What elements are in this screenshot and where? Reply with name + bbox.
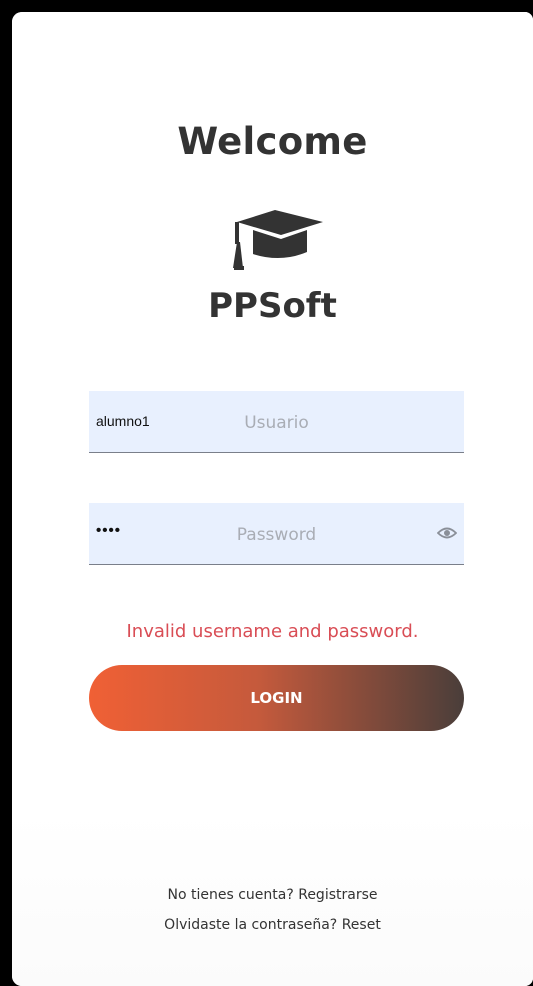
login-card: Welcome PPSoft alumno1 Usuario •••• Pass… <box>12 12 533 986</box>
reset-prompt: Olvidaste la contraseña? <box>164 917 338 933</box>
eye-icon[interactable] <box>437 526 457 540</box>
username-field[interactable]: alumno1 Usuario <box>89 391 464 453</box>
login-button[interactable]: LOGIN <box>89 665 464 731</box>
brand-name: PPSoft <box>208 286 337 326</box>
page-title: Welcome <box>177 120 368 163</box>
password-placeholder: Password <box>236 525 317 545</box>
signup-prompt: No tienes cuenta? <box>167 887 294 903</box>
signup-link[interactable]: Registrarse <box>298 887 377 903</box>
error-message: Invalid username and password. <box>126 621 419 642</box>
reset-line: Olvidaste la contraseña? Reset <box>12 917 533 933</box>
signup-line: No tienes cuenta? Registrarse <box>12 887 533 903</box>
reset-link[interactable]: Reset <box>342 917 381 933</box>
username-placeholder: Usuario <box>244 413 309 433</box>
graduation-cap-icon <box>233 210 323 270</box>
password-field[interactable]: •••• Password <box>89 503 464 565</box>
